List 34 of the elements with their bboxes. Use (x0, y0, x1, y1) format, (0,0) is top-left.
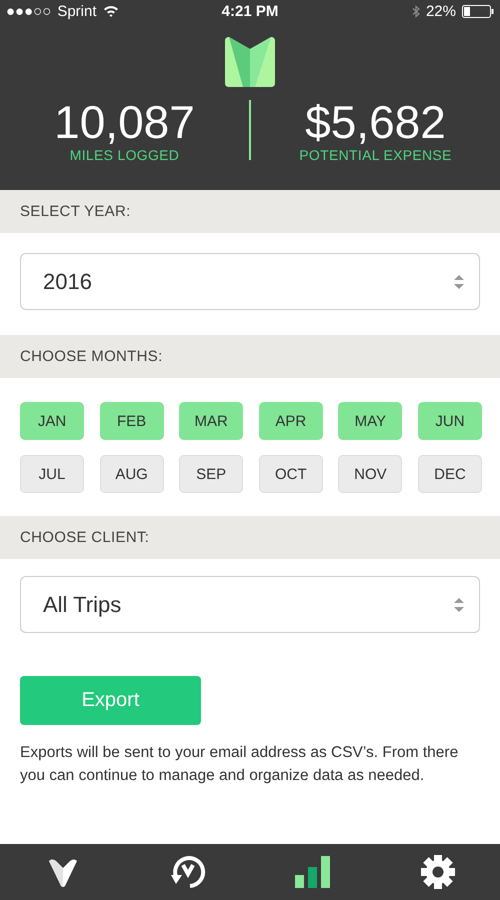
logo-icon (225, 37, 275, 87)
clock-time: 4:21 PM (222, 2, 278, 20)
signal-strength: ●●●○○ (6, 2, 52, 20)
month-button[interactable]: APR (258, 402, 323, 440)
section-title: SELECT YEAR: (20, 203, 131, 220)
battery-icon (462, 4, 494, 18)
stat-value: 10,087 (54, 97, 195, 147)
battery-percent: 22% (426, 2, 456, 20)
stepper-icon (453, 596, 465, 614)
section-title: CHOOSE MONTHS: (20, 348, 163, 365)
stat-label: MILES LOGGED (70, 147, 180, 163)
bar-chart-icon (294, 855, 332, 889)
export-note: Exports will be sent to your email address as CSV’s. From there you can continue to manage and organize data as needed. (20, 743, 460, 786)
year-select[interactable]: 2016 (20, 253, 480, 310)
month-button[interactable]: AUG (100, 455, 164, 493)
wifi-icon (102, 5, 118, 17)
month-button[interactable]: JUN (418, 402, 482, 440)
bluetooth-icon (412, 4, 420, 18)
month-button[interactable]: DEC (418, 455, 482, 493)
month-button[interactable]: OCT (258, 455, 323, 493)
stepper-icon (453, 272, 465, 290)
stat-value: $5,682 (305, 97, 446, 147)
settings-icon (420, 854, 456, 890)
section-title: CHOOSE CLIENT: (20, 529, 150, 546)
month-button[interactable]: NOV (338, 455, 402, 493)
carrier-name: Sprint (57, 2, 96, 20)
client-select[interactable]: All Trips (20, 576, 480, 633)
month-button[interactable]: JUL (20, 455, 84, 493)
month-button[interactable]: JAN (20, 402, 84, 440)
month-button[interactable]: MAR (179, 402, 244, 440)
month-button[interactable]: MAY (338, 402, 402, 440)
month-button[interactable]: FEB (100, 402, 164, 440)
month-button[interactable]: SEP (179, 455, 244, 493)
stat-label: POTENTIAL EXPENSE (299, 147, 452, 163)
